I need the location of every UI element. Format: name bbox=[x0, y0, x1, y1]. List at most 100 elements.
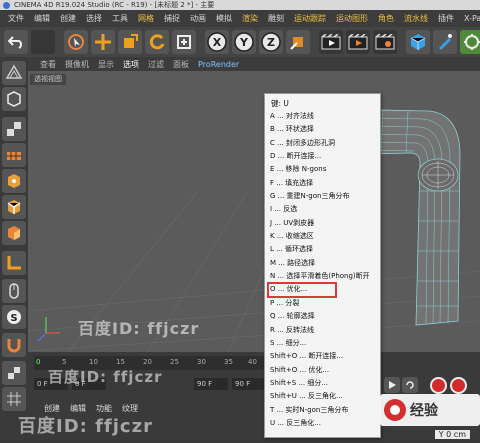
menu-item-shift-subdivide[interactable]: Shift+S ... 细分... bbox=[265, 377, 382, 390]
make-editable-icon[interactable] bbox=[2, 61, 26, 85]
viewport-menu-filter[interactable]: 过滤 bbox=[148, 59, 164, 70]
menu-edit[interactable]: 编辑 bbox=[34, 13, 50, 24]
menu-file[interactable]: 文件 bbox=[8, 13, 24, 24]
loop-icon[interactable] bbox=[402, 377, 418, 393]
menu-sculpt[interactable]: 雕刻 bbox=[268, 13, 284, 24]
menu-render[interactable]: 渲染 bbox=[242, 13, 258, 24]
autokey-icon[interactable] bbox=[450, 377, 467, 394]
texture-mode-icon[interactable] bbox=[2, 117, 26, 141]
render-picture-icon[interactable] bbox=[346, 30, 370, 54]
menu-animate[interactable]: 动画 bbox=[190, 13, 206, 24]
watermark-bottom: 百度ID: ffjczr bbox=[18, 416, 153, 437]
scale-icon[interactable] bbox=[118, 30, 142, 54]
ruler-tick: 30 bbox=[197, 358, 206, 366]
menu-item-split[interactable]: P ... 分裂 bbox=[265, 297, 382, 310]
select-icon[interactable] bbox=[64, 30, 88, 54]
menu-item-outline-selection[interactable]: Q ... 轮廓选择 bbox=[265, 310, 382, 323]
menu-item-invert-selection[interactable]: I ... 反选 bbox=[265, 203, 382, 216]
cinema4d-logo-icon bbox=[3, 2, 10, 9]
u-hotkey-context-menu: 键: U A ... 对齐法线 B ... 环状选择 C ... 封闭多边形孔洞… bbox=[264, 93, 381, 438]
render-settings-icon[interactable] bbox=[373, 30, 397, 54]
x-axis-icon[interactable]: X bbox=[205, 30, 229, 54]
viewport-menu-cameras[interactable]: 摄像机 bbox=[65, 59, 89, 70]
menu-mograph[interactable]: 运动图形 bbox=[336, 13, 368, 24]
menu-x-particles[interactable]: X-Particles bbox=[464, 14, 480, 23]
watermark-timeline: 百度ID: ffjczr bbox=[48, 368, 163, 386]
menu-item-align-normals[interactable]: A ... 对齐法线 bbox=[265, 110, 382, 123]
menu-item-retriangulate-ngons[interactable]: G ... 重建N-gon三角分布 bbox=[265, 190, 382, 203]
end-frame-field[interactable]: 90 F bbox=[194, 378, 228, 390]
menu-item-select-phong-break[interactable]: N ... 选择平滑着色(Phong)断开 bbox=[265, 270, 382, 283]
menu-item-remove-ngons[interactable]: E ... 移除 N-gons bbox=[265, 163, 382, 176]
menu-create[interactable]: 创建 bbox=[60, 13, 76, 24]
workplane-icon[interactable] bbox=[2, 143, 26, 167]
ruler-tick: 40 bbox=[248, 358, 257, 366]
menu-mesh[interactable]: 网格 bbox=[138, 13, 154, 24]
menu-item-fill-selection[interactable]: F ... 填充选择 bbox=[265, 177, 382, 190]
viewport-menu-options[interactable]: 选项 bbox=[123, 59, 139, 70]
viewport-menubar: 查看 摄像机 显示 选项 过滤 面板 ProRender bbox=[28, 57, 480, 71]
main-menubar: 文件 编辑 创建 选择 工具 网格 捕捉 动画 模拟 渲染 雕刻 运动跟踪 运动… bbox=[0, 10, 480, 27]
menu-simulate[interactable]: 模拟 bbox=[216, 13, 232, 24]
menu-item-close-polygon-hole[interactable]: C ... 封闭多边形孔洞 bbox=[265, 137, 382, 150]
lock-workplane-icon[interactable] bbox=[2, 361, 26, 385]
pen-icon[interactable] bbox=[433, 30, 457, 54]
move-icon[interactable] bbox=[91, 30, 115, 54]
menu-item-uv-peeler[interactable]: J ... UV剥皮器 bbox=[265, 217, 382, 230]
menu-item-shift-disconnect[interactable]: Shift+O ... 断开连接... bbox=[265, 350, 382, 363]
menu-item-untriangulate[interactable]: U ... 反三角化... bbox=[265, 417, 382, 430]
polygons-mode-icon[interactable] bbox=[2, 221, 26, 245]
menu-item-live-ngon-triangulation[interactable]: T ... 实时N-gon三角分布 bbox=[265, 404, 382, 417]
undo-icon[interactable] bbox=[4, 30, 28, 54]
menu-select[interactable]: 选择 bbox=[86, 13, 102, 24]
y-axis-icon[interactable]: Y bbox=[232, 30, 256, 54]
record-active-objects-icon[interactable] bbox=[430, 377, 447, 394]
play-forward-icon[interactable] bbox=[384, 377, 400, 393]
tweak-mode-icon[interactable] bbox=[2, 279, 26, 303]
grid-snap-icon[interactable] bbox=[2, 387, 26, 411]
magnet-icon[interactable] bbox=[2, 333, 26, 357]
points-mode-icon[interactable] bbox=[2, 169, 26, 193]
model-mode-icon[interactable] bbox=[2, 87, 26, 111]
redo-icon[interactable] bbox=[31, 30, 55, 54]
menu-motion-tracking[interactable]: 运动跟踪 bbox=[294, 13, 326, 24]
window-title: CINEMA 4D R19.024 Studio (RC - R19) - [未… bbox=[14, 1, 215, 9]
menu-plugins[interactable]: 插件 bbox=[438, 13, 454, 24]
menu-item-reverse-normals[interactable]: R ... 反转法线 bbox=[265, 324, 382, 337]
menu-character[interactable]: 角色 bbox=[378, 13, 394, 24]
viewport-menu-prorender[interactable]: ProRender bbox=[198, 60, 239, 69]
ruler-tick: 20 bbox=[143, 358, 152, 366]
edges-mode-icon[interactable] bbox=[2, 195, 26, 219]
enable-axis-icon[interactable] bbox=[2, 251, 26, 275]
render-view-icon[interactable] bbox=[319, 30, 343, 54]
menu-item-ring-selection[interactable]: B ... 环状选择 bbox=[265, 123, 382, 136]
menu-item-shift-untriangulate[interactable]: Shift+U ... 反三角化... bbox=[265, 390, 382, 403]
menu-item-shift-optimize[interactable]: Shift+O ... 优化... bbox=[265, 364, 382, 377]
menu-item-disconnect[interactable]: D ... 断开连接... bbox=[265, 150, 382, 163]
menu-snap[interactable]: 捕捉 bbox=[164, 13, 180, 24]
rotate-icon[interactable] bbox=[145, 30, 169, 54]
menu-tools[interactable]: 工具 bbox=[112, 13, 128, 24]
perspective-viewport[interactable]: 查看 摄像机 显示 选项 过滤 面板 ProRender 透视视图 百度ID: … bbox=[28, 57, 480, 352]
viewport-menu-display[interactable]: 显示 bbox=[98, 59, 114, 70]
subdivision-icon[interactable] bbox=[460, 30, 480, 54]
svg-text:X: X bbox=[213, 36, 222, 49]
end-frame-field-2[interactable]: 90 F bbox=[232, 378, 264, 390]
main-toolbar: X Y Z bbox=[0, 27, 480, 57]
viewport-menu-panel[interactable]: 面板 bbox=[173, 59, 189, 70]
jingyan-logo: 经验 bbox=[380, 394, 480, 426]
recent-tools-icon[interactable] bbox=[172, 30, 196, 54]
viewport-menu-view[interactable]: 查看 bbox=[40, 59, 56, 70]
cube-icon[interactable] bbox=[406, 30, 430, 54]
coordinate-icon[interactable] bbox=[286, 30, 310, 54]
ruler-tick: 0 bbox=[36, 358, 41, 366]
menu-item-loop-selection[interactable]: L ... 循环选择 bbox=[265, 243, 382, 256]
menu-item-optimize[interactable]: O ... 优化... bbox=[267, 282, 337, 298]
menu-item-path-selection[interactable]: M ... 路径选择 bbox=[265, 257, 382, 270]
menu-item-shrink-selection[interactable]: K ... 收缩选区 bbox=[265, 230, 382, 243]
z-axis-icon[interactable]: Z bbox=[259, 30, 283, 54]
svg-text:S: S bbox=[10, 313, 17, 324]
snap-icon[interactable]: S bbox=[2, 305, 26, 329]
menu-item-subdivide[interactable]: S ... 细分... bbox=[265, 337, 382, 350]
menu-pipeline[interactable]: 流水线 bbox=[404, 13, 428, 24]
